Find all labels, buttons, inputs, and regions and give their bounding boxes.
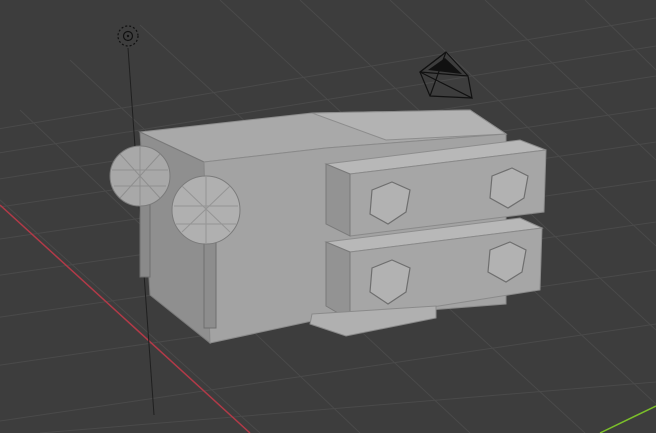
3d-viewport[interactable]: [0, 0, 656, 433]
drawer-top-left-face: [325, 163, 351, 237]
sphere-left-post: [139, 194, 151, 278]
drawer-bottom-left-face: [325, 241, 351, 321]
sphere-right-post: [203, 239, 217, 329]
